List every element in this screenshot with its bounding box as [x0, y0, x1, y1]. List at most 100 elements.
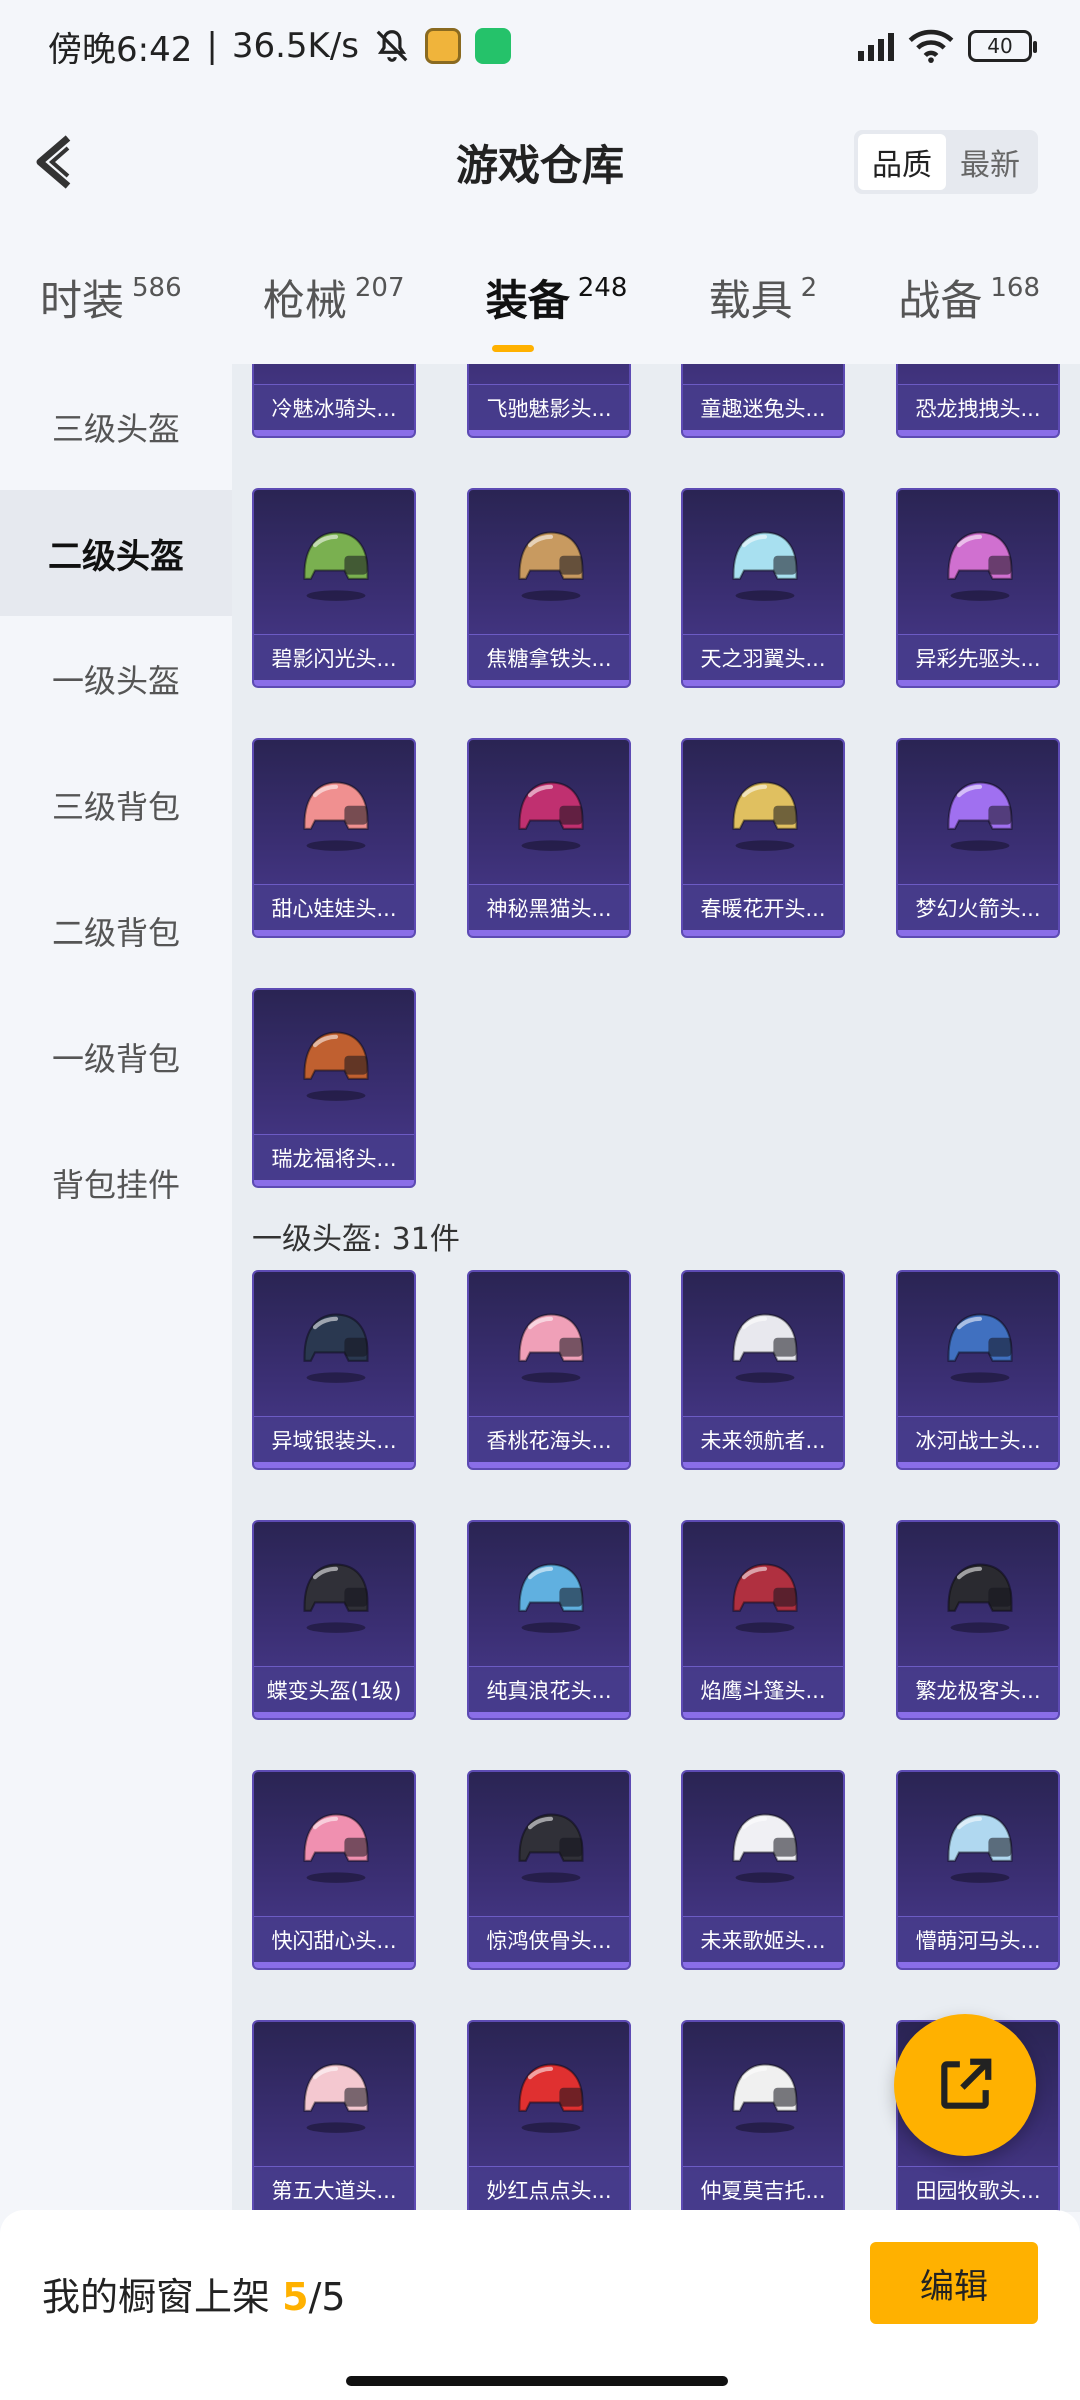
helmet-icon [947, 1563, 1013, 1633]
sidebar: 三级头盔 二级头盔 一级头盔 三级背包 二级背包 一级背包 背包挂件 [0, 364, 232, 2204]
item-card[interactable]: 瑞龙福将头... [252, 988, 416, 1188]
item-name: 妙红点点头... [469, 2166, 629, 2212]
share-fab[interactable] [894, 2014, 1036, 2156]
item-card[interactable]: 天之羽翼头... [681, 488, 845, 688]
item-card[interactable]: 香桃花海头... [467, 1270, 631, 1470]
back-arrow-icon[interactable] [28, 132, 88, 192]
grid-row: 快闪甜心头... 惊鸿侠骨头... 未来歌姬头... 懵萌河马头... [252, 1770, 1060, 1970]
helmet-icon [947, 781, 1013, 851]
item-card[interactable]: 惊鸿侠骨头... [467, 1770, 631, 1970]
item-name: 冷魅冰骑头... [254, 384, 414, 430]
item-card[interactable]: 梦幻火箭头... [896, 738, 1060, 938]
item-card[interactable]: 未来领航者... [681, 1270, 845, 1470]
item-card[interactable]: 仲夏莫吉托... [681, 2020, 845, 2212]
tab-count: 2 [800, 272, 818, 303]
item-card[interactable]: 神秘黑猫头... [467, 738, 631, 938]
share-icon [941, 2058, 992, 2109]
item-name: 飞驰魅影头... [469, 384, 629, 430]
tab-label: 枪械 [262, 275, 347, 325]
tab-label: 装备 [485, 275, 570, 325]
item-card[interactable]: 第五大道头... [252, 2020, 416, 2212]
item-name: 童趣迷兔头... [683, 384, 843, 430]
item-name: 未来领航者... [683, 1416, 843, 1462]
helmet-icon [518, 1313, 584, 1383]
item-card[interactable]: 懵萌河马头... [896, 1770, 1060, 1970]
item-card[interactable]: 妙红点点头... [467, 2020, 631, 2212]
helmet-icon [518, 1813, 584, 1883]
sidebar-item-level1-backpack[interactable]: 一级背包 [0, 994, 232, 1120]
item-card[interactable]: 碧影闪光头... [252, 488, 416, 688]
item-name: 快闪甜心头... [254, 1916, 414, 1962]
helmet-icon [303, 1563, 369, 1633]
item-card[interactable]: 异域银装头... [252, 1270, 416, 1470]
sidebar-item-level3-backpack[interactable]: 三级背包 [0, 742, 232, 868]
sidebar-item-level1-helmet[interactable]: 一级头盔 [0, 616, 232, 742]
helmet-icon [303, 1813, 369, 1883]
status-speed: 36.5K/s [231, 26, 359, 66]
item-card[interactable]: 蝶变头盔(1级) [252, 1520, 416, 1720]
grid-row: 异域银装头... 香桃花海头... 未来领航者... 冰河战士头... [252, 1270, 1060, 1470]
helmet-icon [303, 781, 369, 851]
helmet-icon [518, 1563, 584, 1633]
sort-newest-option[interactable]: 最新 [946, 134, 1034, 190]
active-tab-indicator [491, 344, 534, 352]
sort-quality-option[interactable]: 品质 [858, 134, 946, 190]
sidebar-item-level2-backpack[interactable]: 二级背包 [0, 868, 232, 994]
item-card[interactable]: 冷魅冰骑头... [252, 364, 416, 438]
helmet-icon [303, 2063, 369, 2133]
item-card[interactable]: 冰河战士头... [896, 1270, 1060, 1470]
signal-icon [858, 31, 894, 61]
item-name: 焦糖拿铁头... [469, 634, 629, 680]
helmet-icon [518, 781, 584, 851]
tab-count: 248 [577, 272, 628, 303]
tab-vehicles[interactable]: 载具 2 [709, 267, 818, 328]
helmet-icon [732, 781, 798, 851]
item-card[interactable]: 异彩先驱头... [896, 488, 1060, 688]
item-name: 冰河战士头... [898, 1416, 1058, 1462]
item-card[interactable]: 春暖花开头... [681, 738, 845, 938]
item-name: 仲夏莫吉托... [683, 2166, 843, 2212]
status-separator: | [206, 26, 218, 66]
item-card[interactable]: 童趣迷兔头... [681, 364, 845, 438]
tab-count: 207 [354, 272, 405, 303]
item-card[interactable]: 繁龙极客头... [896, 1520, 1060, 1720]
item-card[interactable]: 焦糖拿铁头... [467, 488, 631, 688]
shield-app-icon [475, 28, 511, 64]
wifi-icon [908, 29, 954, 63]
item-card[interactable]: 飞驰魅影头... [467, 364, 631, 438]
showcase-count-current: 5 [282, 2275, 309, 2319]
showcase-count-separator: / [308, 2275, 322, 2319]
item-card[interactable]: 甜心娃娃头... [252, 738, 416, 938]
sort-toggle[interactable]: 品质 最新 [854, 130, 1038, 194]
item-card[interactable]: 焰鹰斗篷头... [681, 1520, 845, 1720]
grid-row: 碧影闪光头... 焦糖拿铁头... 天之羽翼头... 异彩先驱头... [252, 488, 1060, 688]
item-name: 第五大道头... [254, 2166, 414, 2212]
tab-supplies[interactable]: 战备 168 [898, 267, 1040, 328]
item-name: 异域银装头... [254, 1416, 414, 1462]
tab-fashion[interactable]: 时装 586 [40, 267, 182, 328]
sidebar-item-backpack-charm[interactable]: 背包挂件 [0, 1120, 232, 1246]
edit-button[interactable]: 编辑 [870, 2242, 1038, 2324]
tab-count: 168 [990, 272, 1040, 303]
tab-weapons[interactable]: 枪械 207 [263, 267, 405, 328]
tab-equipment[interactable]: 装备 248 [485, 267, 628, 352]
grid-row: 冷魅冰骑头... 飞驰魅影头... 童趣迷兔头... 恐龙拽拽头... [252, 364, 1060, 438]
section-header: 一级头盔: 31件 [252, 1222, 460, 1257]
item-card[interactable]: 未来歌姬头... [681, 1770, 845, 1970]
showcase-count-total: 5 [321, 2275, 346, 2319]
tab-label: 时装 [40, 275, 125, 325]
helmet-icon [732, 1313, 798, 1383]
item-card[interactable]: 快闪甜心头... [252, 1770, 416, 1970]
showcase-count-label: 我的橱窗上架 5/5 [42, 2266, 346, 2321]
sidebar-item-level3-helmet[interactable]: 三级头盔 [0, 364, 232, 490]
home-indicator[interactable] [346, 2376, 728, 2386]
item-card[interactable]: 恐龙拽拽头... [896, 364, 1060, 438]
tab-label: 战备 [898, 275, 983, 325]
sidebar-item-level2-helmet[interactable]: 二级头盔 [0, 490, 232, 616]
tab-label: 载具 [708, 275, 793, 325]
item-card[interactable]: 纯真浪花头... [467, 1520, 631, 1720]
item-name: 焰鹰斗篷头... [683, 1666, 843, 1712]
helmet-icon [303, 1313, 369, 1383]
item-name: 瑞龙福将头... [254, 1134, 414, 1180]
helmet-icon [303, 1031, 369, 1101]
